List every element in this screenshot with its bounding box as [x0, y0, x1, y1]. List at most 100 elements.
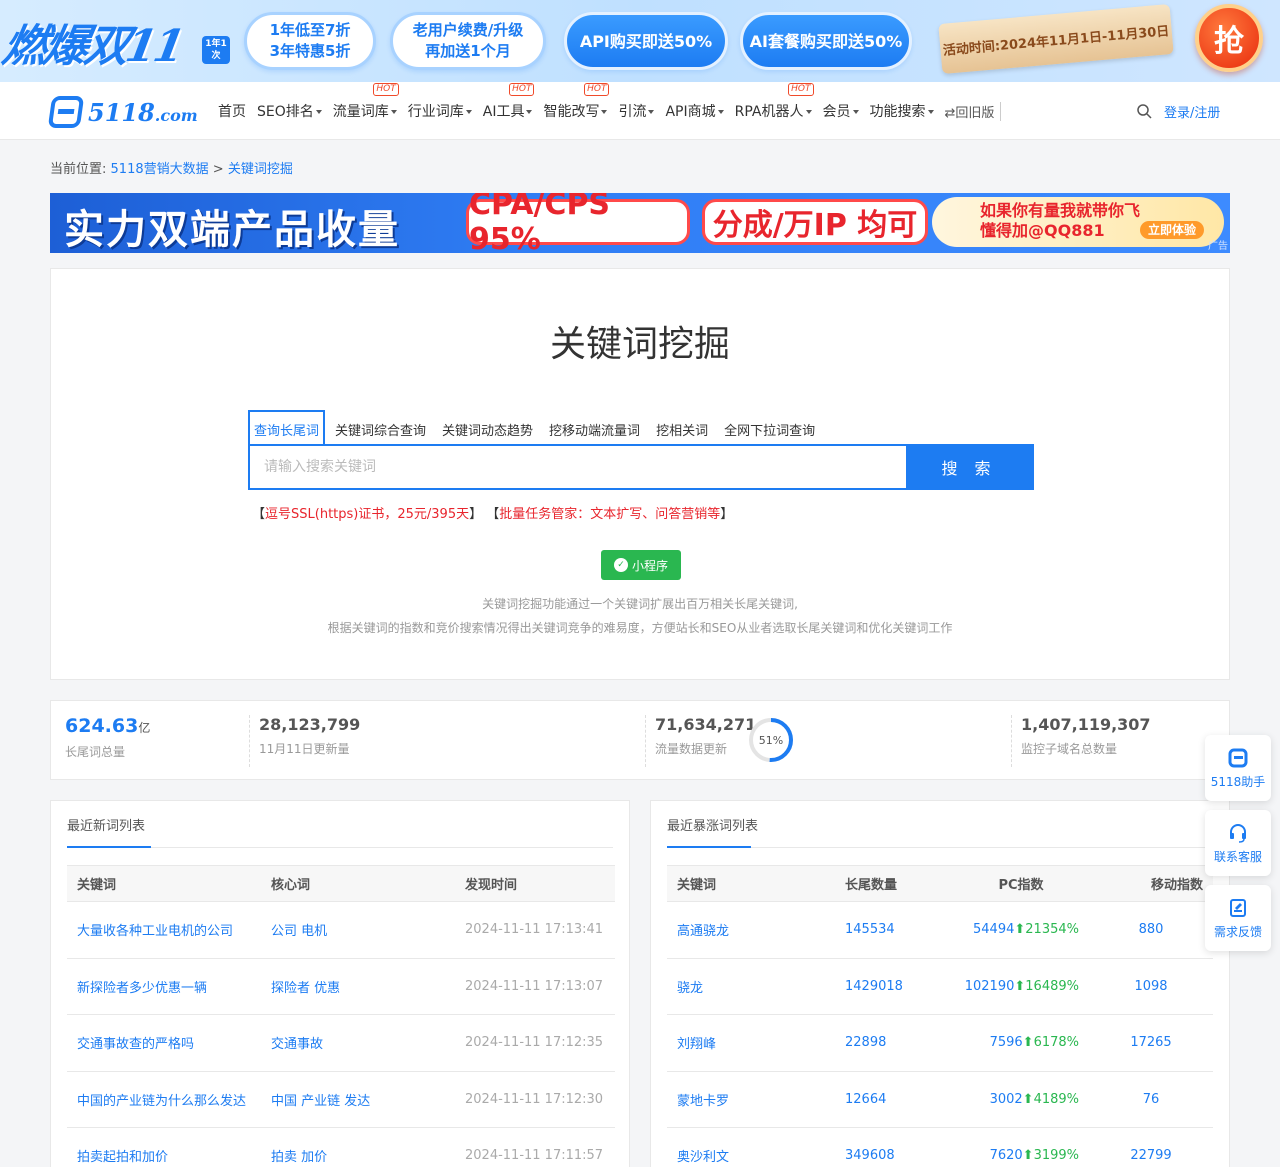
search-tab[interactable]: 关键词动态趋势 [436, 410, 539, 445]
nav-item-label: 引流 [618, 104, 647, 120]
nav-item[interactable]: RPA机器人 HOT [735, 83, 814, 121]
divider [645, 715, 646, 767]
feedback-icon [1230, 898, 1246, 917]
stat-total: 624.63亿 长尾词总量 [65, 715, 150, 760]
mobile-index: 880 [1089, 901, 1213, 959]
search-tab[interactable]: 关键词综合查询 [329, 410, 432, 445]
core-word-link[interactable]: 中国 产业链 发达 [261, 1071, 455, 1128]
promo-pill-api[interactable]: API购买即送50% [564, 12, 728, 70]
nav-item[interactable]: AI工具 HOT [483, 83, 535, 121]
mini-program-button[interactable]: ✓ 小程序 [601, 550, 681, 580]
pc-index-value: 7620 [989, 1148, 1023, 1164]
surge-words-table: 关键词 长尾数量 PC指数 移动指数 高通骁龙 145534 54494⬆21354… [667, 865, 1213, 1167]
promo-pill-line: 老用户续费/升级 [412, 21, 524, 39]
search-icon[interactable] [1136, 103, 1152, 119]
pc-index-growth: 16489% [1025, 978, 1079, 994]
found-time: 2024-11-11 17:13:41 [455, 901, 615, 959]
arrow-up-icon: ⬆ [1022, 1091, 1034, 1107]
search-tab[interactable]: 挖相关词 [650, 410, 714, 445]
table-header: 长尾数量 [835, 865, 953, 902]
new-words-title: 最近新词列表 [67, 819, 146, 834]
keyword-link[interactable]: 蒙地卡罗 [667, 1071, 835, 1128]
divider [249, 715, 250, 767]
title-underline [667, 846, 751, 848]
core-word-link[interactable]: 交通事故 [261, 1014, 455, 1072]
login-link[interactable]: 登录/注册 [1164, 102, 1220, 121]
table-row: 大量收各种工业电机的公司 公司 电机 2024-11-11 17:13:41 [67, 901, 615, 959]
stat-traffic: 71,634,271 流量数据更新 [655, 715, 756, 757]
mobile-index: 76 [1089, 1071, 1213, 1128]
promo-pill-renew[interactable]: 老用户续费/升级 再加送1个月 [390, 12, 546, 70]
nav-item[interactable]: 流量词库 HOT [333, 83, 399, 121]
table-row: 新探险者多少优惠一辆 探险者 优惠 2024-11-11 17:13:07 [67, 958, 615, 1015]
search-button[interactable]: 搜 索 [906, 446, 1032, 488]
bracket: 】 [469, 507, 483, 522]
nav-item-label: 会员 [822, 104, 851, 120]
core-word-link[interactable]: 拍卖 加价 [261, 1127, 455, 1167]
ssl-link[interactable]: 逗号SSL(https)证书，25元/395天 [265, 507, 469, 522]
logo-icon [47, 96, 85, 128]
table-row: 交通事故查的严格吗 交通事故 2024-11-11 17:12:35 [67, 1014, 615, 1072]
keyword-link[interactable]: 刘翔峰 [667, 1014, 835, 1072]
search-input[interactable] [250, 446, 906, 488]
breadcrumb-separator: > [212, 162, 224, 177]
keyword-link[interactable]: 高通骁龙 [667, 901, 835, 959]
keyword-link[interactable]: 骁龙 [667, 958, 835, 1015]
longtail-count[interactable]: 22898 [835, 1014, 953, 1072]
promo-pill-ai[interactable]: AI套餐购买即送50% [740, 12, 912, 70]
search-tab[interactable]: 挖移动端流量词 [543, 410, 646, 445]
pc-index-growth: 3199% [1033, 1148, 1079, 1164]
search-tab[interactable]: 查询长尾词 [248, 410, 326, 445]
nav-item[interactable]: 引流 [618, 101, 655, 121]
arrow-up-icon: ⬆ [1014, 922, 1026, 938]
keyword-link[interactable]: 新探险者多少优惠一辆 [67, 958, 261, 1015]
nav-item[interactable]: 功能搜索 [870, 101, 934, 121]
longtail-count[interactable]: 12664 [835, 1071, 953, 1128]
batch-task-link[interactable]: 批量任务管家：文本扩写、问答营销等 [499, 507, 720, 522]
breadcrumb-home[interactable]: 5118营销大数据 [111, 162, 209, 177]
arrow-up-icon: ⬆ [1022, 1035, 1034, 1051]
surge-words-panel: 最近暴涨词列表 关键词 长尾数量 PC指数 移动指数 高通骁龙 145534 544… [650, 800, 1230, 1167]
stat-domains-value: 1,407,119,307 [1021, 715, 1151, 734]
nav-item[interactable]: 行业词库 [408, 101, 472, 121]
nav-item[interactable]: 首页 [218, 101, 246, 121]
ad-banner[interactable]: 实力双端产品收量 CPA/CPS 95% 分成/万IP 均可 如果你有量我就带你… [50, 193, 1230, 253]
promo-pill-line: 再加送1个月 [425, 42, 511, 60]
customer-service-button[interactable]: 联系客服 [1205, 810, 1271, 876]
old-version-link[interactable]: ⇄回旧版 [945, 101, 1002, 121]
longtail-count[interactable]: 145534 [835, 901, 953, 959]
nav-item[interactable]: API商城 [665, 101, 724, 121]
ad-try-button[interactable]: 立即体验 [1139, 221, 1204, 239]
keyword-link[interactable]: 中国的产业链为什么那么发达 [67, 1071, 261, 1128]
nav-item[interactable]: 智能改写 HOT [543, 83, 610, 121]
keyword-link[interactable]: 拍卖起拍和加价 [67, 1127, 261, 1167]
core-word-link[interactable]: 公司 电机 [261, 901, 455, 959]
ad-tag: 广告 [1208, 241, 1228, 252]
mobile-index: 17265 [1089, 1014, 1213, 1072]
ad-cta[interactable]: 如果你有量我就带你飞 懂得加@QQ881 立即体验 [932, 197, 1224, 247]
feedback-button[interactable]: 需求反馈 [1205, 885, 1271, 951]
core-word-link[interactable]: 探险者 优惠 [261, 958, 455, 1015]
table-header: 核心词 [261, 865, 455, 902]
nav-item[interactable]: 会员 [823, 101, 859, 121]
keyword-link[interactable]: 大量收各种工业电机的公司 [67, 901, 261, 959]
breadcrumb-current[interactable]: 关键词挖掘 [228, 162, 293, 177]
stat-total-label: 长尾词总量 [65, 745, 126, 759]
keyword-link[interactable]: 奥沙利文 [667, 1127, 835, 1167]
keyword-link[interactable]: 交通事故查的严格吗 [67, 1014, 261, 1072]
caret-down-icon [315, 110, 322, 114]
assistant-button[interactable]: 5118助手 [1205, 735, 1271, 801]
site-logo[interactable]: 5118.com [47, 96, 198, 128]
grab-button[interactable]: 抢 [1195, 4, 1263, 72]
nav-item[interactable]: SEO排名 [257, 101, 322, 121]
promo-links: 【逗号SSL(https)证书，25元/395天】 【批量任务管家：文本扩写、问… [252, 503, 733, 522]
mobile-index: 1098 [1089, 958, 1213, 1015]
pc-index-value: 7596 [989, 1035, 1023, 1051]
longtail-count[interactable]: 349608 [835, 1127, 953, 1167]
stat-updated: 28,123,799 11月11日更新量 [259, 715, 360, 757]
search-tab[interactable]: 全网下拉词查询 [718, 410, 821, 445]
promo-pill-discount[interactable]: 1年低至7折 3年特惠5折 [244, 12, 376, 70]
promo-banner[interactable]: 燃爆双11 1年1次 1年低至7折 3年特惠5折 老用户续费/升级 再加送1个月… [0, 0, 1280, 82]
longtail-count[interactable]: 1429018 [835, 958, 953, 1015]
customer-service-label: 联系客服 [1213, 849, 1262, 864]
